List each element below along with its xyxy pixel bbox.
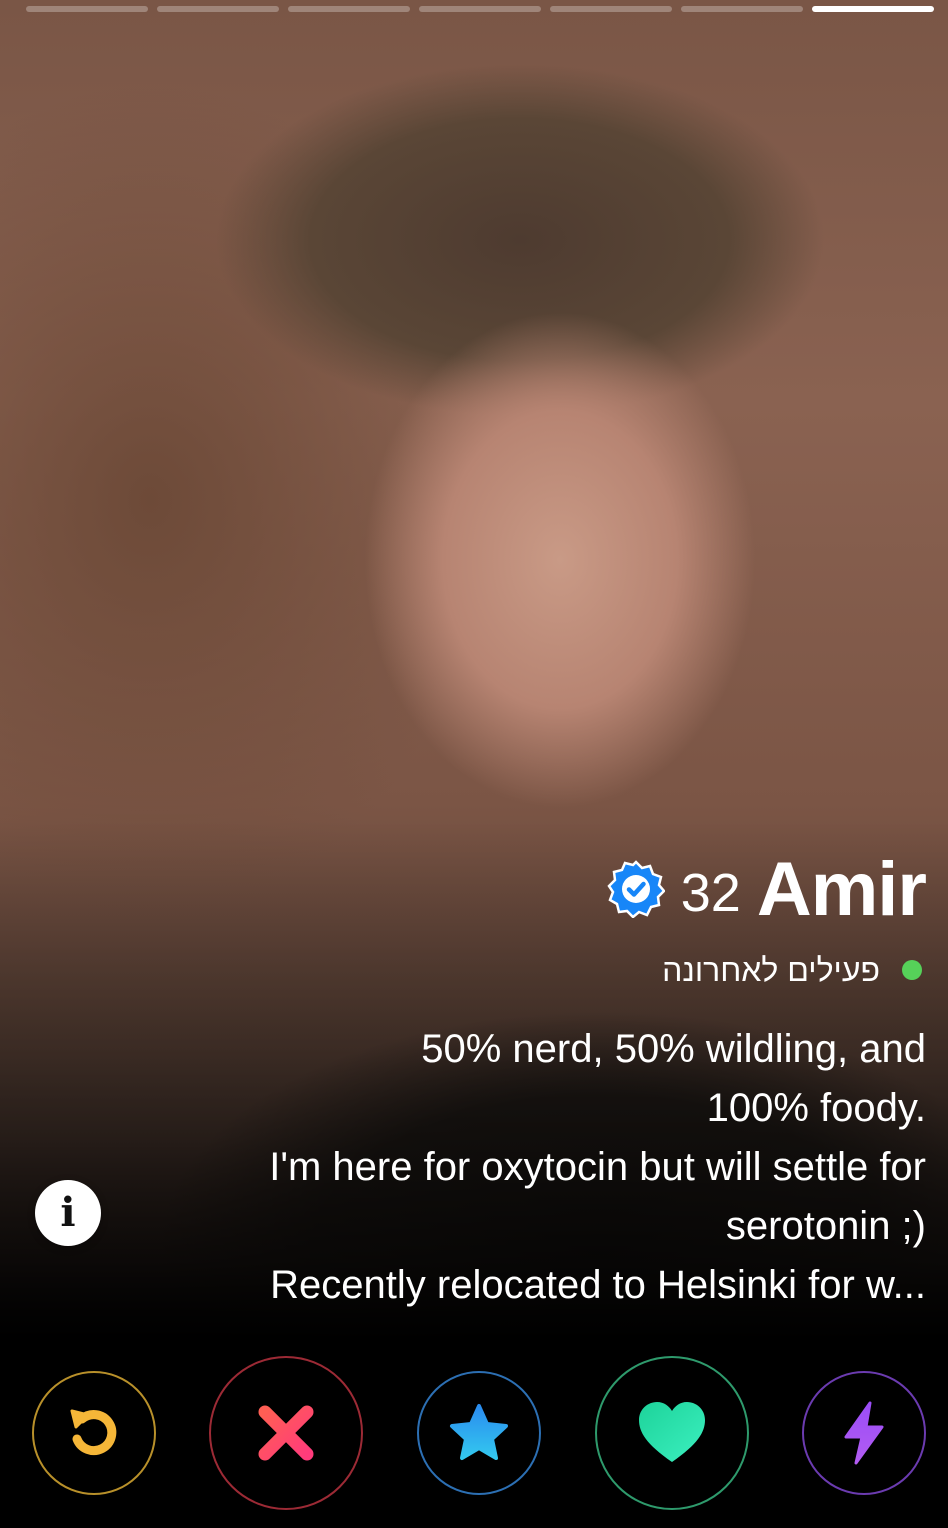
photo-indicator-active[interactable] — [812, 6, 934, 12]
bio-line: 50% nerd, 50% wildling, and — [421, 1027, 926, 1071]
profile-age: 32 — [680, 863, 741, 923]
photo-progress-bars — [26, 6, 934, 12]
name-row: 32 Amir — [106, 847, 927, 932]
info-button[interactable]: i — [35, 1180, 101, 1246]
verified-badge-icon — [607, 860, 665, 918]
profile-bio: 50% nerd, 50% wildling, and 100% foody. … — [106, 1020, 926, 1315]
activity-status-text: פעילים לאחרונה — [662, 951, 880, 988]
photo-indicator[interactable] — [681, 6, 803, 12]
photo-indicator[interactable] — [157, 6, 279, 12]
rewind-icon — [70, 1409, 117, 1456]
lightning-icon — [844, 1401, 884, 1465]
bio-line: I'm here for oxytocin but will settle fo… — [269, 1145, 926, 1189]
online-dot-icon — [902, 960, 922, 980]
photo-indicator[interactable] — [550, 6, 672, 12]
heart-icon — [639, 1402, 705, 1462]
photo-indicator[interactable] — [419, 6, 541, 12]
photo-indicator[interactable] — [26, 6, 148, 12]
close-icon — [258, 1405, 314, 1461]
bio-line: Recently relocated to Helsinki for w... — [270, 1263, 926, 1307]
like-button[interactable] — [595, 1356, 749, 1510]
profile-info: 32 Amir פעילים לאחרונה 50% nerd, 50% wil… — [106, 847, 927, 1315]
nope-button[interactable] — [209, 1356, 363, 1510]
rewind-button[interactable] — [32, 1371, 156, 1495]
activity-status: פעילים לאחרונה — [106, 946, 926, 994]
action-bar — [0, 1340, 948, 1528]
bio-line: 100% foody. — [706, 1086, 926, 1130]
profile-card-screen: 32 Amir פעילים לאחרונה 50% nerd, 50% wil… — [0, 0, 948, 1528]
bio-line: serotonin ;) — [725, 1204, 926, 1248]
info-icon: i — [60, 1189, 76, 1236]
profile-name: Amir — [756, 847, 927, 932]
super-like-button[interactable] — [417, 1371, 541, 1495]
boost-button[interactable] — [802, 1371, 926, 1495]
photo-indicator[interactable] — [288, 6, 410, 12]
star-icon — [450, 1404, 508, 1460]
